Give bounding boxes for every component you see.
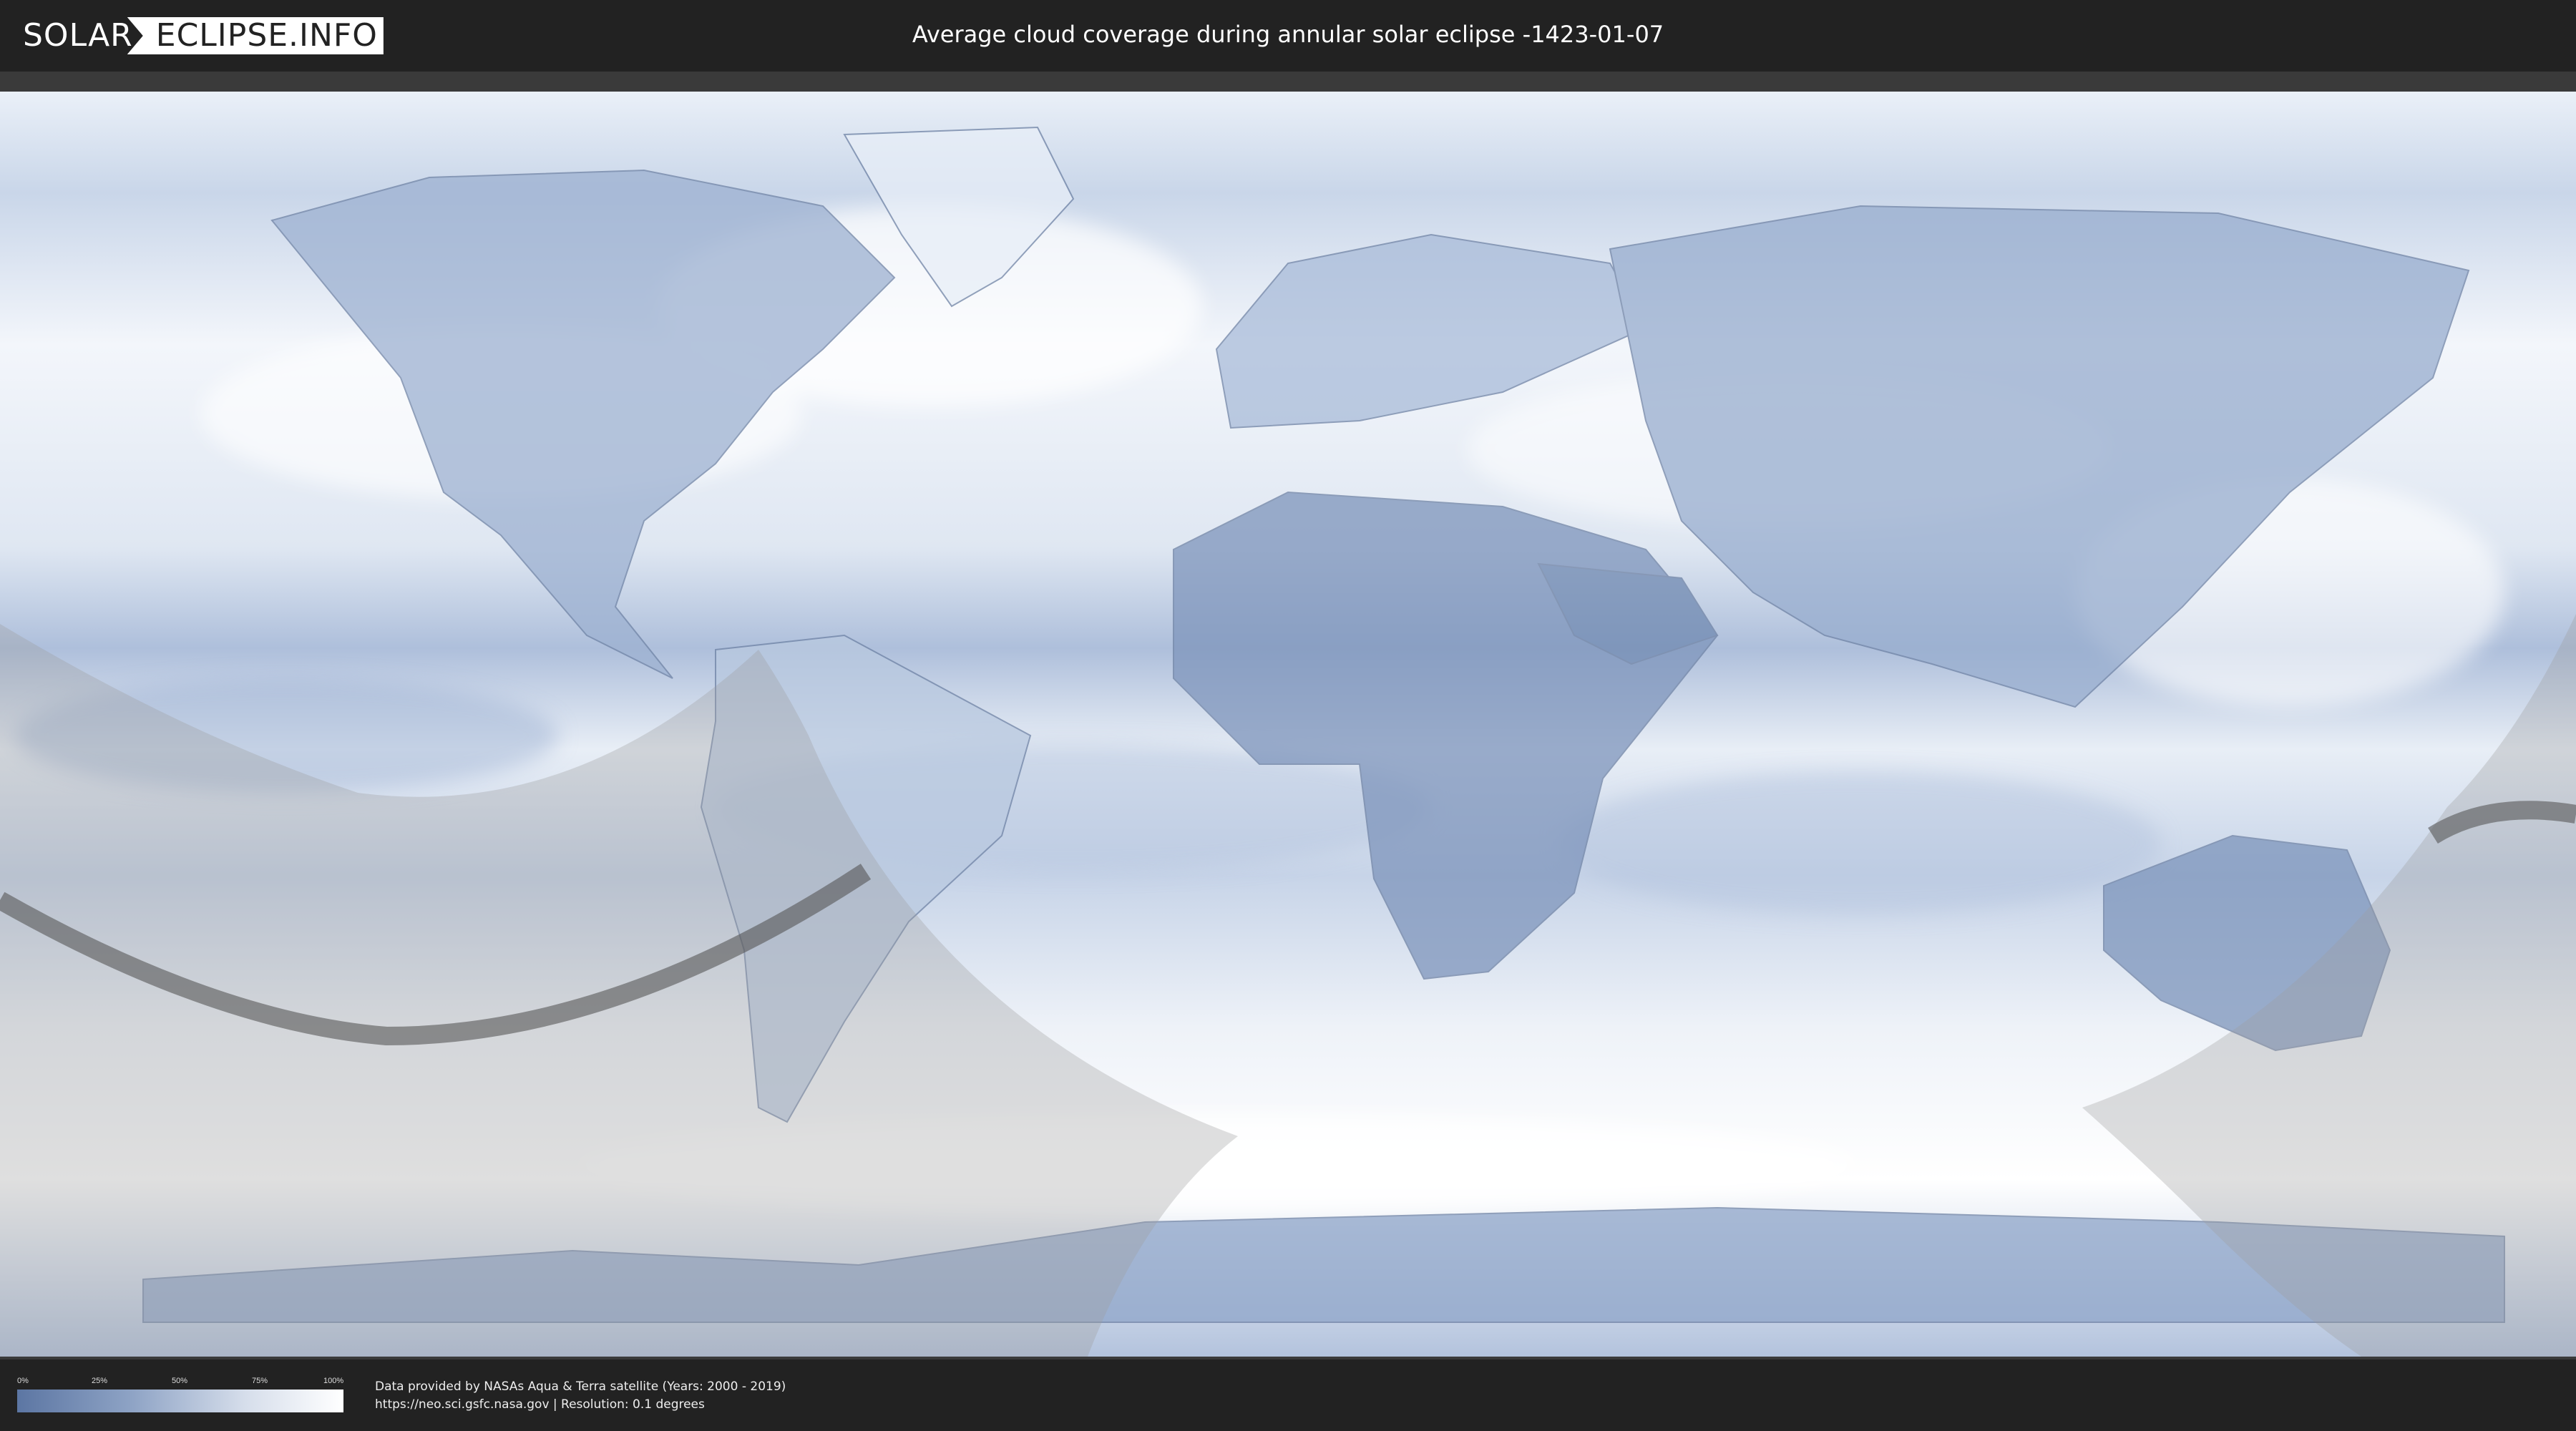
- legend-ticks: 0% 25% 50% 75% 100%: [17, 1377, 343, 1387]
- credit-link[interactable]: https://neo.sci.gsfc.nasa.gov | Resoluti…: [375, 1396, 786, 1414]
- page-title: Average cloud coverage during annular so…: [912, 21, 1664, 48]
- data-credit: Data provided by NASAs Aqua & Terra sate…: [375, 1378, 786, 1414]
- legend-tick-25: 25%: [92, 1377, 108, 1385]
- cloud-coverage-map: [0, 92, 2576, 1357]
- credit-source: Data provided by NASAs Aqua & Terra sate…: [375, 1379, 786, 1394]
- cloud-coverage-legend: 0% 25% 50% 75% 100%: [17, 1377, 343, 1417]
- legend-tick-50: 50%: [172, 1377, 188, 1385]
- legend-tick-75: 75%: [252, 1377, 268, 1385]
- legend-tick-100: 100%: [323, 1377, 344, 1385]
- legend-tick-0: 0%: [17, 1377, 29, 1385]
- legend-color-scale: [17, 1390, 343, 1412]
